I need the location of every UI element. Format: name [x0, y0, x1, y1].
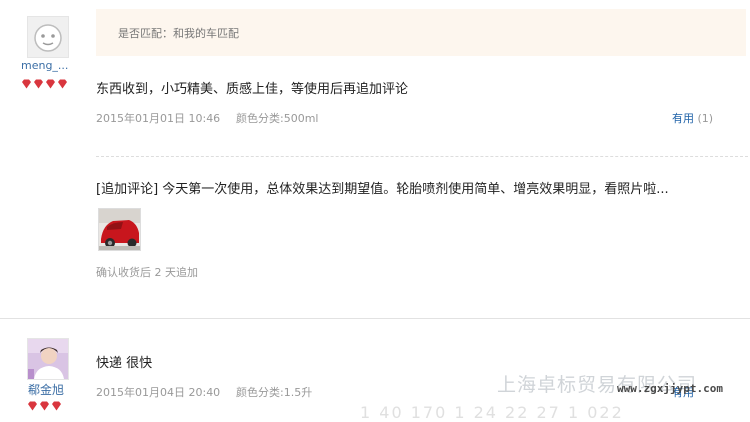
review-date: 2015年01月01日 10:46 — [96, 112, 221, 125]
diamond-icon — [46, 79, 55, 89]
car-photo-icon — [99, 209, 140, 250]
diamond-icon — [22, 79, 31, 89]
followup-review-text: [追加评论] 今天第一次使用，总体效果达到期望值。轮胎喷剂使用简单、增亮效果明显… — [96, 182, 669, 197]
review-photo-thumbnail[interactable] — [98, 208, 141, 251]
useful-count: (1) — [697, 112, 714, 125]
vehicle-match-box: 是否匹配：和我的车匹配 — [96, 9, 746, 56]
buyer-level-badge — [21, 79, 68, 89]
diamond-icon — [52, 401, 61, 411]
avatar[interactable] — [27, 338, 69, 380]
default-avatar-icon — [28, 17, 68, 57]
diamond-icon — [40, 401, 49, 411]
diamond-icon — [58, 79, 67, 89]
user-photo-icon — [28, 339, 68, 379]
diamond-icon — [28, 401, 37, 411]
username[interactable]: meng_... — [21, 59, 68, 72]
divider — [0, 318, 750, 319]
useful-label: 有用 — [672, 112, 694, 125]
buyer-level-badge — [27, 401, 62, 411]
review-text: 快递 很快 — [96, 356, 153, 371]
review-text: 东西收到，小巧精美、质感上佳，等使用后再追加评论 — [96, 82, 409, 97]
watermark-url: www.zgxjjypt.com — [617, 382, 723, 395]
useful-button[interactable]: 有用 (1) — [672, 110, 713, 126]
avatar[interactable] — [27, 16, 69, 58]
match-label: 是否匹配：和我的车匹配 — [118, 27, 239, 40]
review-spec: 颜色分类:500ml — [236, 112, 319, 125]
review-spec: 颜色分类:1.5升 — [236, 386, 313, 399]
followup-note: 确认收货后 2 天追加 — [96, 266, 198, 279]
diamond-icon — [34, 79, 43, 89]
divider — [96, 156, 748, 157]
username[interactable]: 郗金旭 — [28, 381, 64, 398]
review-date: 2015年01月04日 20:40 — [96, 386, 221, 399]
